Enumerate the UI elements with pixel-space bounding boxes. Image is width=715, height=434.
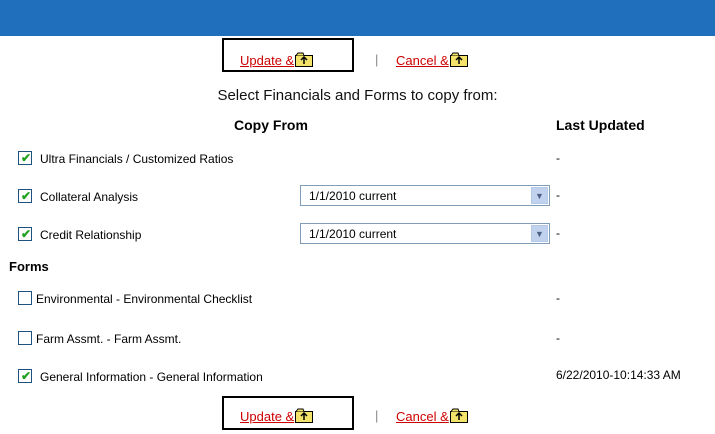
last-updated-header: Last Updated [556,117,645,133]
farm-assmt-checkbox[interactable] [18,331,32,345]
financial-row-collateral: ✔ Collateral Analysis 1/1/2010 current ▼… [0,184,715,208]
general-information-last-updated: 6/22/2010-10:14:33 AM [556,368,681,382]
financial-row-ultra: ✔ Ultra Financials / Customized Ratios - [0,148,715,172]
collateral-analysis-label: Collateral Analysis [40,190,139,204]
update-link-label: Update & [240,409,295,424]
dropdown-button[interactable]: ▼ [531,187,548,204]
credit-select-value: 1/1/2010 current [309,227,397,241]
environmental-label: Environmental - Environmental Checklist [36,292,253,306]
checkmark-icon: ✔ [21,189,32,203]
update-button[interactable]: Update & [240,52,314,70]
folder-up-icon [449,52,468,70]
page-header: Update Credit Presentation [0,0,715,65]
collateral-analysis-checkbox[interactable]: ✔ [18,189,32,203]
ultra-financials-checkbox[interactable]: ✔ [18,151,32,165]
general-information-label: General Information - General Informatio… [40,370,263,384]
ultra-financials-label: Ultra Financials / Customized Ratios [40,152,234,166]
collateral-select-value: 1/1/2010 current [309,189,397,203]
farm-assmt-label: Farm Assmt. - Farm Assmt. [36,332,182,346]
checkmark-icon: ✔ [21,151,32,165]
credit-relationship-date-select[interactable]: 1/1/2010 current ▼ [300,223,550,244]
bottom-action-bar: Update & | Cancel & [0,394,715,430]
ultra-financials-last-updated: - [556,151,560,165]
top-action-bar: Update & | Cancel & [0,36,715,72]
credit-relationship-last-updated: - [556,226,560,240]
form-row-environmental: Environmental - Environmental Checklist … [0,288,715,312]
update-button[interactable]: Update & [240,408,314,426]
cancel-button[interactable]: Cancel & [396,408,468,426]
action-separator: | [375,408,379,423]
update-link-label: Update & [240,53,295,68]
cancel-link-label: Cancel & [396,53,449,68]
forms-section-title: Forms [9,259,49,274]
instruction-text: Select Financials and Forms to copy from… [217,87,498,104]
credit-relationship-label: Credit Relationship [40,228,142,242]
financial-row-credit: ✔ Credit Relationship 1/1/2010 current ▼… [0,222,715,246]
action-separator: | [375,52,379,67]
cancel-link-label: Cancel & [396,409,449,424]
checkmark-icon: ✔ [21,227,32,241]
farm-assmt-last-updated: - [556,331,560,345]
form-row-farm: Farm Assmt. - Farm Assmt. - [0,328,715,352]
collateral-analysis-date-select[interactable]: 1/1/2010 current ▼ [300,185,550,206]
credit-relationship-checkbox[interactable]: ✔ [18,227,32,241]
folder-up-icon [295,52,314,70]
checkmark-icon: ✔ [21,369,32,383]
form-row-general: ✔ General Information - General Informat… [0,366,715,390]
folder-up-icon [449,408,468,426]
chevron-down-icon: ▼ [535,191,544,201]
dropdown-button[interactable]: ▼ [531,225,548,242]
copy-from-header: Copy From [234,117,308,133]
environmental-last-updated: - [556,291,560,305]
chevron-down-icon: ▼ [535,229,544,239]
environmental-checkbox[interactable] [18,291,32,305]
general-information-checkbox[interactable]: ✔ [18,369,32,383]
collateral-analysis-last-updated: - [556,188,560,202]
cancel-button[interactable]: Cancel & [396,52,468,70]
folder-up-icon [295,408,314,426]
